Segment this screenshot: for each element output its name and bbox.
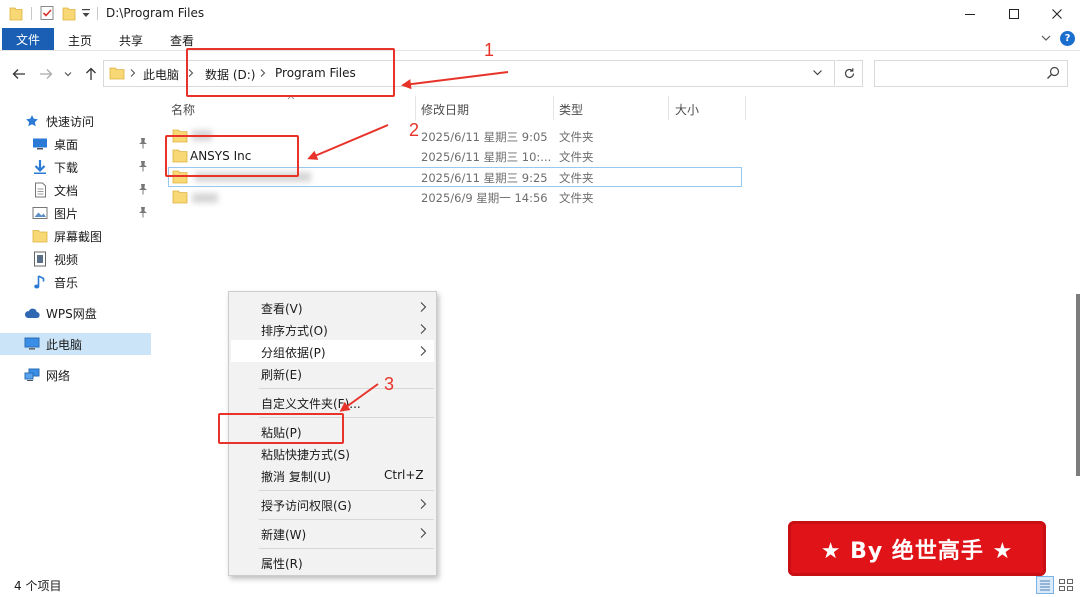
annotation-number-3: 3	[384, 374, 395, 394]
watermark-badge: ★ By 绝世高手 ★	[788, 521, 1046, 576]
annotation-arrows	[307, 71, 509, 412]
annotation-number-1: 1	[484, 40, 495, 60]
status-item-count: 4 个项目	[14, 579, 62, 593]
large-icons-view-button[interactable]	[1058, 578, 1074, 592]
details-view-button[interactable]	[1036, 576, 1054, 594]
scrollbar-thumb[interactable]	[1076, 294, 1080, 476]
annotation-number-2: 2	[409, 120, 420, 140]
